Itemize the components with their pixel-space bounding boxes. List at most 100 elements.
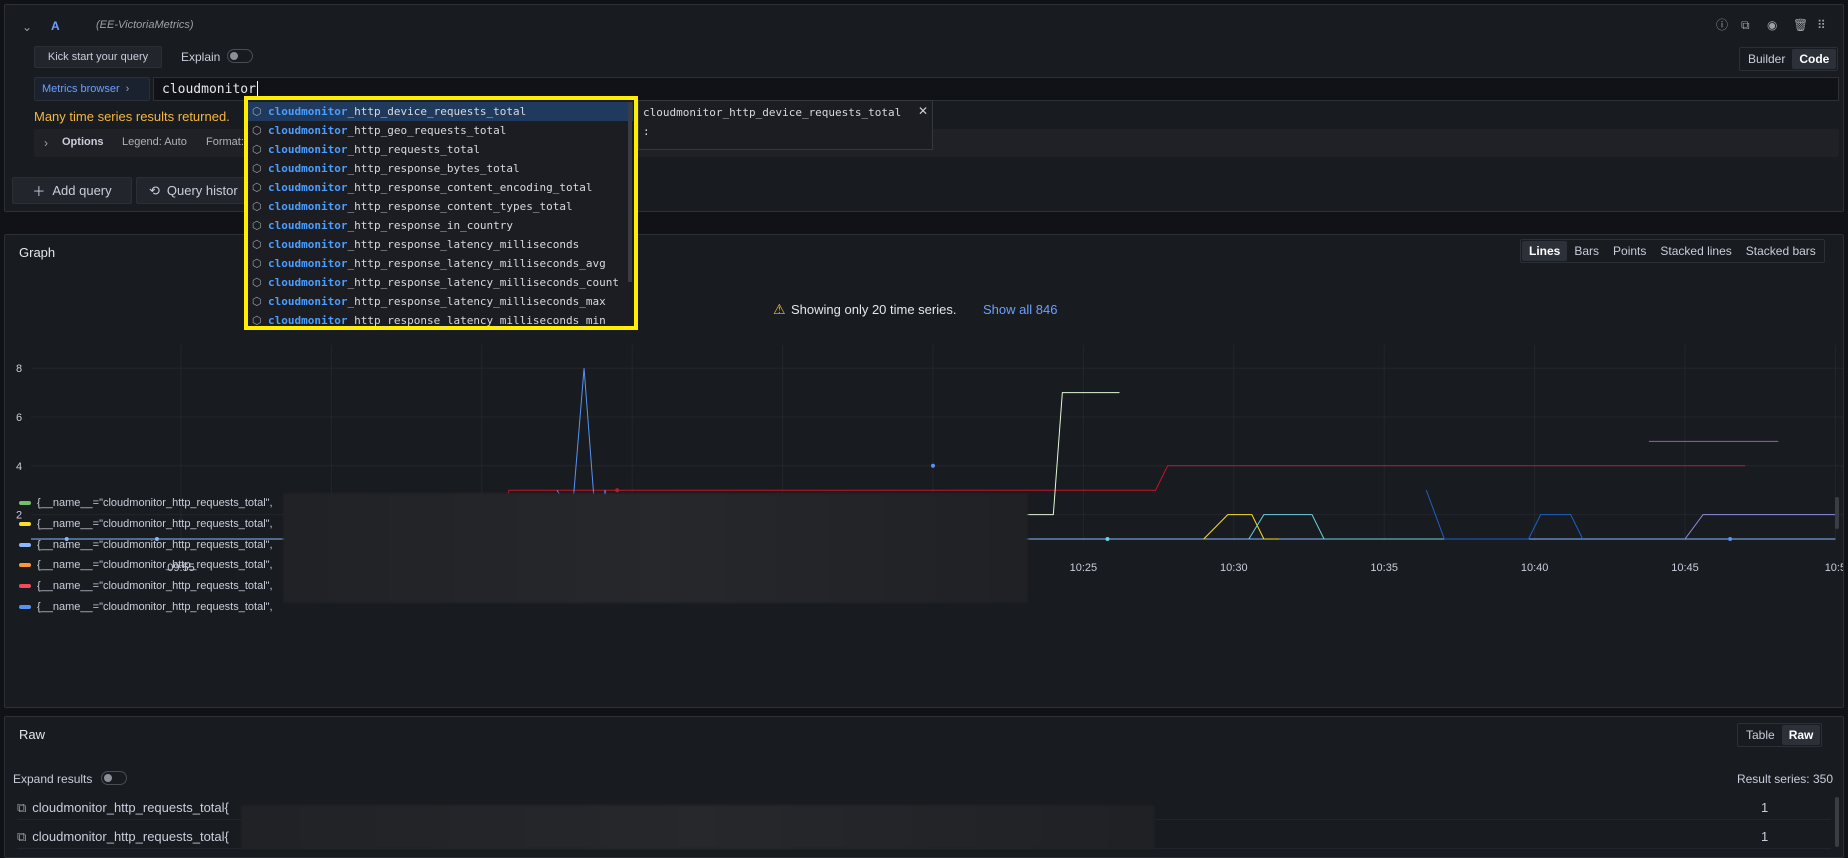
raw-title: Raw — [19, 727, 46, 742]
builder-mode-button[interactable]: Builder — [1741, 49, 1792, 69]
data-point-marker — [1105, 537, 1110, 541]
options-label: Options — [62, 136, 104, 148]
close-icon[interactable]: ✕ — [918, 104, 928, 118]
y-tick-label: 8 — [16, 363, 22, 375]
y-tick-label: 6 — [16, 412, 22, 424]
legend-item[interactable]: {__name__="cloudmonitor_http_requests_to… — [19, 559, 273, 571]
data-point-marker — [1728, 537, 1733, 541]
suggestion-item[interactable]: ⬡ cloudmonitor _http_response_latency_mill… — [248, 311, 633, 330]
suggestion-item[interactable]: ⬡ cloudmonitor _http_device_requests_total — [248, 102, 633, 121]
suggestion-item[interactable]: ⬡ cloudmonitor _http_response_content_type… — [248, 197, 633, 216]
legend-item[interactable]: {__name__="cloudmonitor_http_requests_to… — [19, 497, 273, 509]
editor-mode-switch: Builder Code — [1739, 47, 1839, 71]
metric-cube-icon: ⬡ — [252, 314, 262, 327]
legend-color-swatch — [19, 563, 31, 568]
legend-item[interactable]: {__name__="cloudmonitor_http_requests_to… — [19, 518, 273, 530]
drag-handle-icon[interactable]: ⠿ — [1817, 18, 1826, 32]
legend-label: {__name__="cloudmonitor_http_requests_to… — [37, 538, 273, 551]
suggestion-item[interactable]: ⬡ cloudmonitor _http_response_latency_mill… — [248, 254, 633, 273]
legend-label: {__name__="cloudmonitor_http_requests_to… — [37, 580, 273, 593]
doc-body: : — [643, 125, 650, 138]
metrics-browser-button[interactable]: Metrics browser › — [34, 77, 150, 101]
collapse-chevron-icon[interactable]: ⌄ — [22, 20, 32, 34]
metric-cube-icon: ⬡ — [252, 200, 262, 213]
x-tick-label: 10:5 — [1825, 562, 1843, 574]
suggestion-item[interactable]: ⬡ cloudmonitor _http_geo_requests_total — [248, 121, 633, 140]
suggestion-prefix: cloudmonitor — [268, 181, 348, 194]
visualization-mode-switch: Lines Bars Points Stacked lines Stacked bars — [1520, 239, 1825, 263]
vis-mode-lines[interactable]: Lines — [1522, 241, 1568, 261]
suggestion-suffix: _http_response_content_types_total — [347, 200, 573, 213]
suggestion-suffix: _http_response_content_encoding_total — [347, 181, 593, 194]
query-letter[interactable]: A — [51, 19, 60, 33]
x-tick-label: 10:25 — [1070, 562, 1098, 574]
metric-cube-icon: ⬡ — [252, 238, 262, 251]
add-query-label: Add query — [52, 183, 112, 198]
suggestion-item[interactable]: ⬡ cloudmonitor _http_response_latency_mill… — [248, 235, 633, 254]
y-tick-label: 4 — [16, 461, 22, 473]
vis-mode-stacked-lines[interactable]: Stacked lines — [1653, 241, 1738, 261]
history-icon: ⟲ — [149, 182, 160, 198]
suggestion-suffix: _http_device_requests_total — [347, 105, 527, 118]
legend-item[interactable]: {__name__="cloudmonitor_http_requests_to… — [19, 601, 273, 613]
vis-mode-bars[interactable]: Bars — [1567, 241, 1606, 261]
suggestion-prefix: cloudmonitor — [268, 200, 348, 213]
data-point-marker — [615, 488, 620, 493]
eye-icon[interactable]: ◉ — [1767, 18, 1777, 32]
raw-series-value: 1 — [1761, 800, 1769, 815]
series-line-6 — [1248, 514, 1505, 540]
legend-label: {__name__="cloudmonitor_http_requests_to… — [37, 601, 273, 613]
data-point-marker — [931, 463, 935, 468]
metric-cube-icon: ⬡ — [252, 219, 262, 232]
suggestion-prefix: cloudmonitor — [268, 219, 348, 232]
add-query-button[interactable]: ＋ Add query — [12, 177, 132, 204]
suggestion-item[interactable]: ⬡ cloudmonitor _http_response_latency_mill… — [248, 273, 633, 292]
suggestion-item[interactable]: ⬡ cloudmonitor _http_response_bytes_total — [248, 159, 633, 178]
suggestion-suffix: _http_response_in_country — [347, 219, 514, 232]
suggestion-prefix: cloudmonitor — [268, 105, 348, 118]
metric-cube-icon: ⬡ — [252, 181, 262, 194]
metric-cube-icon: ⬡ — [252, 257, 262, 270]
kick-start-button[interactable]: Kick start your query — [34, 46, 162, 68]
format-option: Format: — [206, 136, 244, 148]
show-all-link[interactable]: Show all 846 — [983, 302, 1057, 317]
duplicate-icon[interactable]: ⧉ — [1741, 18, 1750, 32]
vis-mode-stacked-bars[interactable]: Stacked bars — [1739, 241, 1823, 261]
vis-mode-points[interactable]: Points — [1606, 241, 1653, 261]
suggestion-item[interactable]: ⬡ cloudmonitor _http_response_in_country — [248, 216, 633, 235]
raw-mode-button[interactable]: Raw — [1781, 725, 1821, 745]
legend-color-swatch — [19, 501, 31, 505]
expand-results-toggle[interactable] — [101, 771, 127, 785]
code-mode-button[interactable]: Code — [1792, 49, 1837, 69]
suggestion-suffix: _http_response_latency_milliseconds_avg — [347, 257, 606, 270]
legend-item[interactable]: {__name__="cloudmonitor_http_requests_to… — [19, 580, 273, 592]
query-history-button[interactable]: ⟲ Query histor — [136, 177, 248, 204]
explain-label: Explain — [181, 50, 221, 64]
explain-toggle[interactable] — [227, 49, 253, 63]
metric-cube-icon: ⬡ — [252, 162, 262, 175]
result-series-count: Result series: 350 — [1736, 772, 1833, 786]
trash-icon[interactable]: 🗑 — [1793, 18, 1808, 32]
raw-mode-switch: Table Raw — [1737, 723, 1823, 747]
autocomplete-popup: ⬡ cloudmonitor _http_device_requests_total… — [244, 96, 638, 330]
legend-item[interactable]: {__name__="cloudmonitor_http_requests_to… — [19, 539, 273, 551]
series-line-5 — [1203, 514, 1279, 540]
legend-label: {__name__="cloudmonitor_http_requests_to… — [37, 559, 273, 572]
raw-scrollbar[interactable] — [1835, 797, 1839, 847]
many-series-warning: Many time series results returned. — [34, 109, 230, 124]
table-mode-button[interactable]: Table — [1739, 725, 1782, 745]
metric-cube-icon: ⬡ — [252, 124, 262, 137]
suggestion-item[interactable]: ⬡ cloudmonitor _http_response_content_enco… — [248, 178, 633, 197]
x-tick-label: 10:30 — [1220, 562, 1248, 574]
legend-scrollbar[interactable] — [1835, 497, 1839, 529]
query-input-text: cloudmonitor — [162, 82, 256, 97]
suggestion-item[interactable]: ⬡ cloudmonitor _http_response_latency_mill… — [248, 292, 633, 311]
help-icon[interactable]: ⓘ — [1716, 18, 1728, 32]
suggestion-item[interactable]: ⬡ cloudmonitor _http_requests_total — [248, 140, 633, 159]
chevron-right-icon: › — [125, 83, 130, 95]
suggestion-doc-popup: cloudmonitor_http_device_requests_total … — [638, 100, 933, 150]
raw-panel: Raw Table Raw Expand results Result seri… — [4, 716, 1844, 858]
raw-series-value: 1 — [1761, 829, 1769, 844]
series-line-9 — [1684, 514, 1836, 540]
suggestion-scrollbar[interactable] — [628, 102, 632, 282]
